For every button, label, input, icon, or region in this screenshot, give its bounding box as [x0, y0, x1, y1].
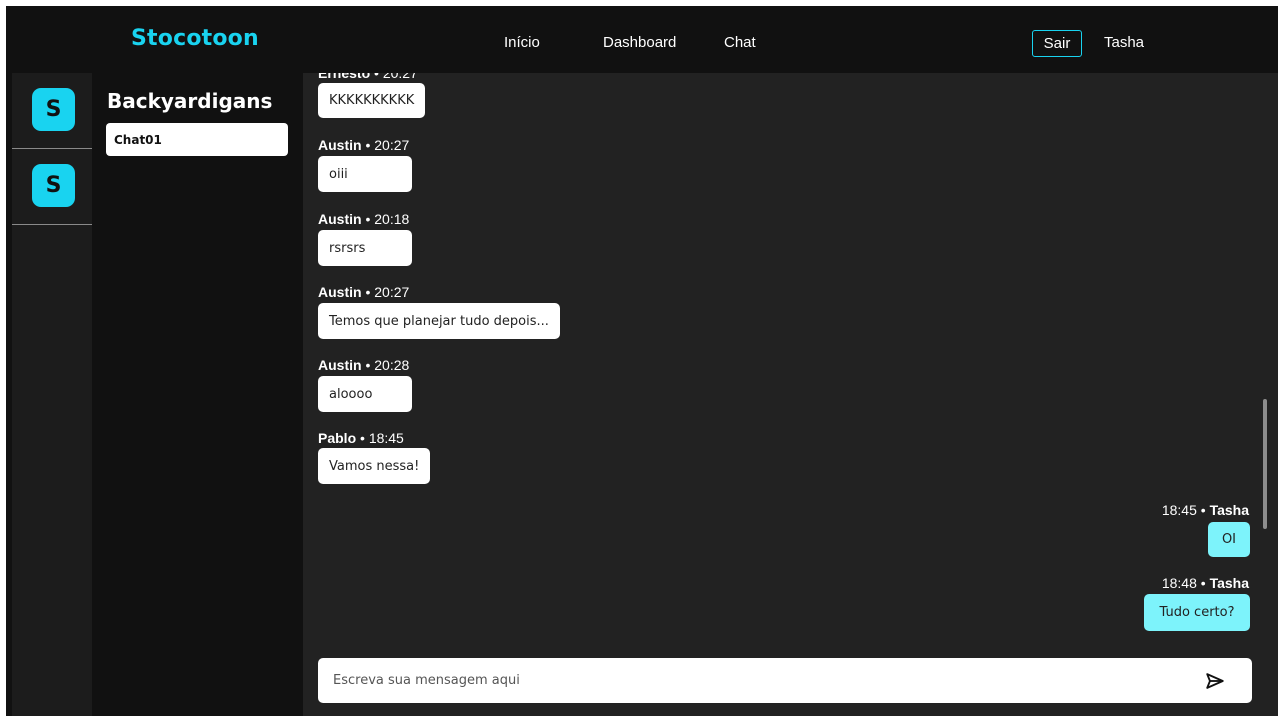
message-scrollbar[interactable]	[1260, 73, 1270, 647]
message-meta: Ernesto • 20:27	[318, 73, 418, 81]
message-time: 20:18	[374, 211, 410, 227]
app-window: Stocotoon Início Dashboard Chat Sair Tas…	[6, 6, 1278, 716]
scrollbar-thumb[interactable]	[1263, 399, 1267, 529]
message-meta: Austin • 20:27	[318, 137, 410, 153]
chat-area: Ernesto • 20:27 KKKKKKKKKK Austin • 20:2…	[303, 73, 1278, 716]
message-author: Ernesto	[318, 73, 371, 81]
channel-item-chat01[interactable]: Chat01	[106, 123, 288, 156]
message-author: Austin	[318, 357, 362, 373]
brand-logo[interactable]: Stocotoon	[131, 26, 259, 51]
send-button[interactable]	[1204, 670, 1226, 692]
channel-panel: Backyardigans Chat01	[92, 73, 303, 716]
nav-link-dashboard[interactable]: Dashboard	[603, 34, 676, 51]
server-avatar-icon[interactable]: S	[32, 88, 75, 131]
message-bubble: KKKKKKKKKK	[318, 83, 426, 118]
message-meta: Austin • 20:27	[318, 284, 410, 300]
message-meta: 18:48 • Tasha	[1161, 575, 1249, 591]
message-meta: Austin • 20:18	[318, 211, 410, 227]
current-username: Tasha	[1104, 34, 1145, 51]
message-time: 18:45	[1161, 502, 1197, 518]
message-author: Austin	[318, 284, 362, 300]
message-author: Tasha	[1209, 502, 1249, 518]
server-rail: S S	[12, 73, 92, 716]
message-author: Tasha	[1209, 575, 1249, 591]
server-avatar-icon[interactable]: S	[32, 164, 75, 207]
message-meta: Austin • 20:28	[318, 357, 410, 373]
message-bubble: rsrsrs	[318, 230, 412, 266]
message-bubble: aloooo	[318, 376, 412, 412]
server-item[interactable]: S	[12, 149, 92, 225]
message-time: 20:27	[374, 284, 410, 300]
message-meta: Pablo • 18:45	[318, 430, 404, 446]
message-time: 18:45	[368, 430, 404, 446]
logout-button[interactable]: Sair	[1032, 30, 1082, 57]
message-input[interactable]	[318, 658, 1188, 703]
send-icon	[1206, 673, 1224, 689]
message-bubble: Temos que planejar tudo depois...	[318, 303, 560, 339]
group-title: Backyardigans	[107, 89, 273, 113]
nav-link-chat[interactable]: Chat	[724, 34, 756, 51]
top-navbar: Stocotoon Início Dashboard Chat Sair Tas…	[6, 6, 1278, 73]
message-meta: 18:45 • Tasha	[1161, 502, 1249, 518]
message-author: Pablo	[318, 430, 357, 446]
message-bubble: oiii	[318, 156, 412, 192]
message-composer	[318, 658, 1252, 703]
server-item[interactable]: S	[12, 73, 92, 149]
own-message-bubble: Tudo certo?	[1144, 594, 1250, 631]
message-time: 20:27	[374, 137, 410, 153]
message-author: Austin	[318, 211, 362, 227]
message-time: 20:28	[374, 357, 410, 373]
message-author: Austin	[318, 137, 362, 153]
message-time: 20:27	[382, 73, 418, 81]
message-bubble: Vamos nessa!	[318, 448, 431, 484]
message-time: 18:48	[1161, 575, 1197, 591]
own-message-bubble: OI	[1208, 522, 1250, 557]
nav-link-inicio[interactable]: Início	[504, 34, 540, 51]
